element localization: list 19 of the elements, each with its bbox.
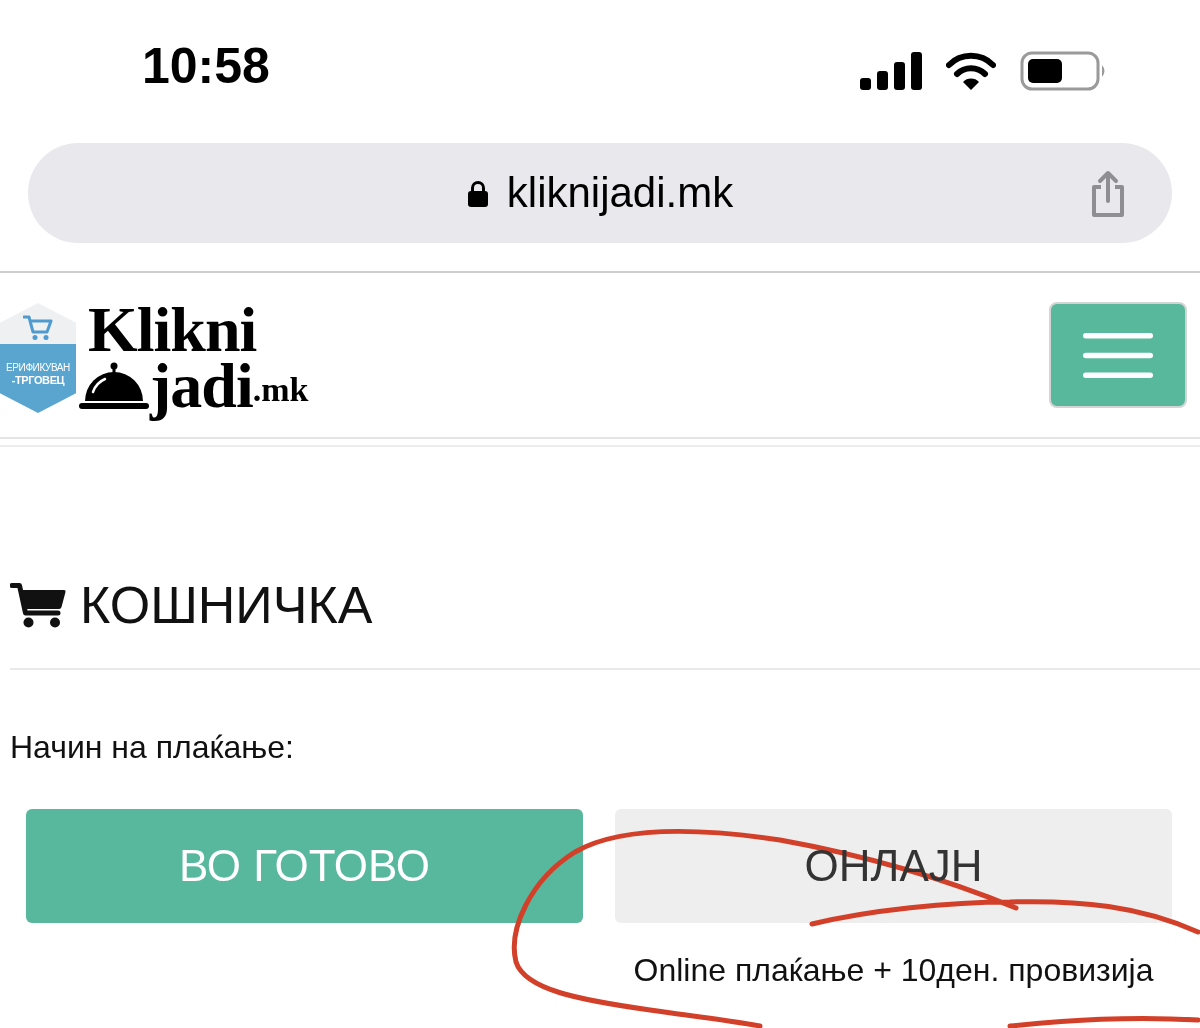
logo-text: .mk	[252, 371, 309, 408]
status-time: 10:58	[142, 38, 270, 94]
signal-icon	[860, 52, 922, 90]
cart-icon	[10, 582, 66, 628]
cart-icon	[23, 315, 53, 341]
page-title: КОШНИЧКА	[80, 575, 373, 635]
address-bar[interactable]: kliknijadi.mk	[28, 143, 1172, 243]
logo-text: Klikni	[88, 302, 258, 358]
lock-icon	[466, 179, 489, 207]
payment-label: Начин на плаќање:	[10, 728, 294, 766]
wifi-icon	[946, 52, 996, 90]
url-text[interactable]: kliknijadi.mk	[506, 168, 734, 218]
badge-text: -ТРГОВЕЦ	[11, 374, 65, 387]
menu-button[interactable]	[1049, 302, 1187, 408]
badge-text: ЕРИФИКУВАН	[6, 361, 70, 374]
logo-text: jadi	[149, 357, 253, 423]
cloche-icon	[79, 362, 149, 410]
menu-icon	[1083, 332, 1153, 378]
fee-note: Online плаќање + 10ден. провизија	[633, 951, 1154, 989]
